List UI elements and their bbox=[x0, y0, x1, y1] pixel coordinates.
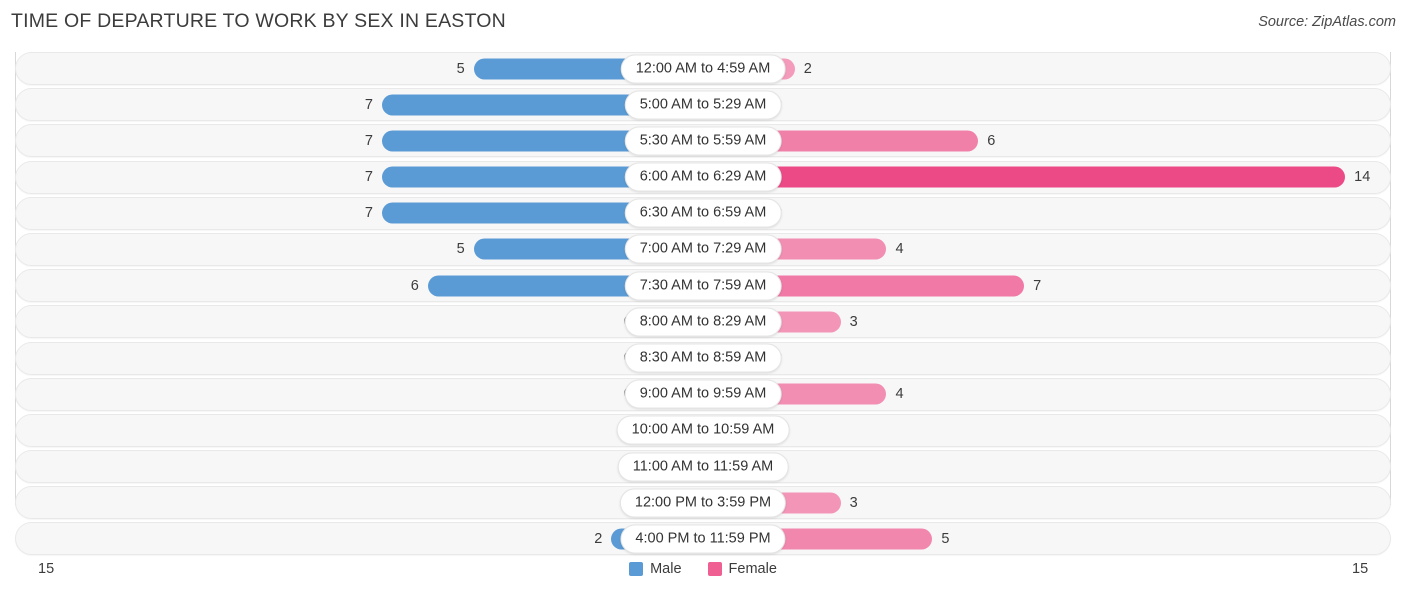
table-row[interactable]: 10:00 AM to 10:59 AM00 bbox=[0, 413, 1406, 447]
legend-swatch-male-icon bbox=[629, 562, 644, 576]
category-label: 7:30 AM to 7:59 AM bbox=[624, 271, 782, 301]
table-row[interactable]: 12:00 AM to 4:59 AM 5 2 bbox=[0, 52, 1406, 85]
table-row[interactable]: 7:00 AM to 7:29 AM 5 4 bbox=[0, 232, 1406, 266]
legend-item-female[interactable]: Female bbox=[707, 561, 777, 577]
value-label-female: 5 bbox=[941, 530, 950, 547]
table-row[interactable]: 11:00 AM to 11:59 AM00 bbox=[0, 450, 1406, 484]
chart-footer: 15 15 Male Female bbox=[0, 555, 1406, 594]
value-label-female: 4 bbox=[895, 386, 904, 403]
bar-rows-container: 12:00 AM to 4:59 AM 5 2 5:00 AM to 5:29 AM 7… bbox=[0, 52, 1406, 559]
legend-item-male[interactable]: Male bbox=[629, 561, 682, 577]
category-label: 6:30 AM to 6:59 AM bbox=[624, 198, 782, 228]
value-label-male: 7 bbox=[364, 96, 373, 113]
row-track: 12:00 PM to 3:59 PM03 bbox=[15, 486, 1391, 520]
legend-swatch-female-icon bbox=[707, 562, 722, 576]
value-label-female: 6 bbox=[987, 132, 996, 149]
chart-page: TIME OF DEPARTURE TO WORK BY SEX IN EAST… bbox=[0, 0, 1406, 594]
row-track: 8:30 AM to 8:59 AM00 bbox=[15, 341, 1391, 375]
category-label: 12:00 AM to 4:59 AM bbox=[620, 54, 786, 83]
category-label: 8:00 AM to 8:29 AM bbox=[624, 307, 782, 337]
table-row[interactable]: 5:30 AM to 5:59 AM 7 6 bbox=[0, 124, 1406, 158]
value-label-male: 5 bbox=[456, 241, 465, 258]
legend: Male Female bbox=[0, 561, 1406, 577]
bar-female[interactable] bbox=[703, 166, 1346, 188]
category-label: 11:00 AM to 11:59 AM bbox=[617, 452, 789, 482]
category-label: 4:00 PM to 11:59 PM bbox=[620, 524, 786, 554]
value-label-female: 14 bbox=[1354, 169, 1371, 186]
table-row[interactable]: 7:30 AM to 7:59 AM 6 7 bbox=[0, 269, 1406, 303]
row-track: 6:00 AM to 6:29 AM 7 14 bbox=[15, 160, 1391, 194]
value-label-female: 3 bbox=[849, 313, 858, 330]
table-row[interactable]: 6:30 AM to 6:59 AM70 bbox=[0, 196, 1406, 230]
row-track: 10:00 AM to 10:59 AM00 bbox=[15, 413, 1391, 447]
category-label: 12:00 PM to 3:59 PM bbox=[619, 488, 787, 518]
row-track: 8:00 AM to 8:29 AM03 bbox=[15, 305, 1391, 339]
value-label-male: 7 bbox=[364, 132, 373, 149]
row-track: 7:00 AM to 7:29 AM 5 4 bbox=[15, 232, 1391, 266]
category-label: 6:00 AM to 6:29 AM bbox=[624, 162, 782, 192]
row-track: 6:30 AM to 6:59 AM70 bbox=[15, 196, 1391, 230]
legend-label-female: Female bbox=[728, 561, 777, 577]
row-track: 4:00 PM to 11:59 PM 2 5 bbox=[15, 522, 1391, 556]
value-label-male: 5 bbox=[456, 60, 465, 77]
category-label: 5:30 AM to 5:59 AM bbox=[624, 126, 782, 156]
category-label: 5:00 AM to 5:29 AM bbox=[624, 90, 782, 120]
value-label-female: 4 bbox=[895, 241, 904, 258]
plot-area: 12:00 AM to 4:59 AM 5 2 5:00 AM to 5:29 AM 7… bbox=[0, 52, 1406, 556]
value-label-male: 2 bbox=[594, 530, 603, 547]
table-row[interactable]: 4:00 PM to 11:59 PM 2 5 bbox=[0, 522, 1406, 556]
table-row[interactable]: 8:00 AM to 8:29 AM03 bbox=[0, 305, 1406, 339]
row-track: 5:00 AM to 5:29 AM70 bbox=[15, 88, 1391, 122]
value-label-female: 3 bbox=[849, 494, 858, 511]
value-label-female: 7 bbox=[1033, 277, 1042, 294]
row-track: 12:00 AM to 4:59 AM 5 2 bbox=[15, 52, 1391, 85]
legend-label-male: Male bbox=[650, 561, 682, 577]
category-label: 9:00 AM to 9:59 AM bbox=[624, 379, 782, 409]
row-track: 9:00 AM to 9:59 AM04 bbox=[15, 377, 1391, 411]
category-label: 10:00 AM to 10:59 AM bbox=[616, 415, 790, 445]
category-label: 8:30 AM to 8:59 AM bbox=[624, 343, 782, 373]
page-title: TIME OF DEPARTURE TO WORK BY SEX IN EAST… bbox=[11, 10, 506, 32]
category-label: 7:00 AM to 7:29 AM bbox=[624, 234, 782, 264]
table-row[interactable]: 12:00 PM to 3:59 PM03 bbox=[0, 486, 1406, 520]
row-track: 7:30 AM to 7:59 AM 6 7 bbox=[15, 269, 1391, 303]
value-label-male: 7 bbox=[364, 169, 373, 186]
value-label-male: 6 bbox=[410, 277, 419, 294]
source-attribution: Source: ZipAtlas.com bbox=[1258, 14, 1396, 30]
table-row[interactable]: 6:00 AM to 6:29 AM 7 14 bbox=[0, 160, 1406, 194]
table-row[interactable]: 9:00 AM to 9:59 AM04 bbox=[0, 377, 1406, 411]
table-row[interactable]: 5:00 AM to 5:29 AM70 bbox=[0, 88, 1406, 122]
table-row[interactable]: 8:30 AM to 8:59 AM00 bbox=[0, 341, 1406, 375]
row-track: 11:00 AM to 11:59 AM00 bbox=[15, 450, 1391, 484]
value-label-female: 2 bbox=[803, 60, 812, 77]
row-track: 5:30 AM to 5:59 AM 7 6 bbox=[15, 124, 1391, 158]
value-label-male: 7 bbox=[364, 205, 373, 222]
